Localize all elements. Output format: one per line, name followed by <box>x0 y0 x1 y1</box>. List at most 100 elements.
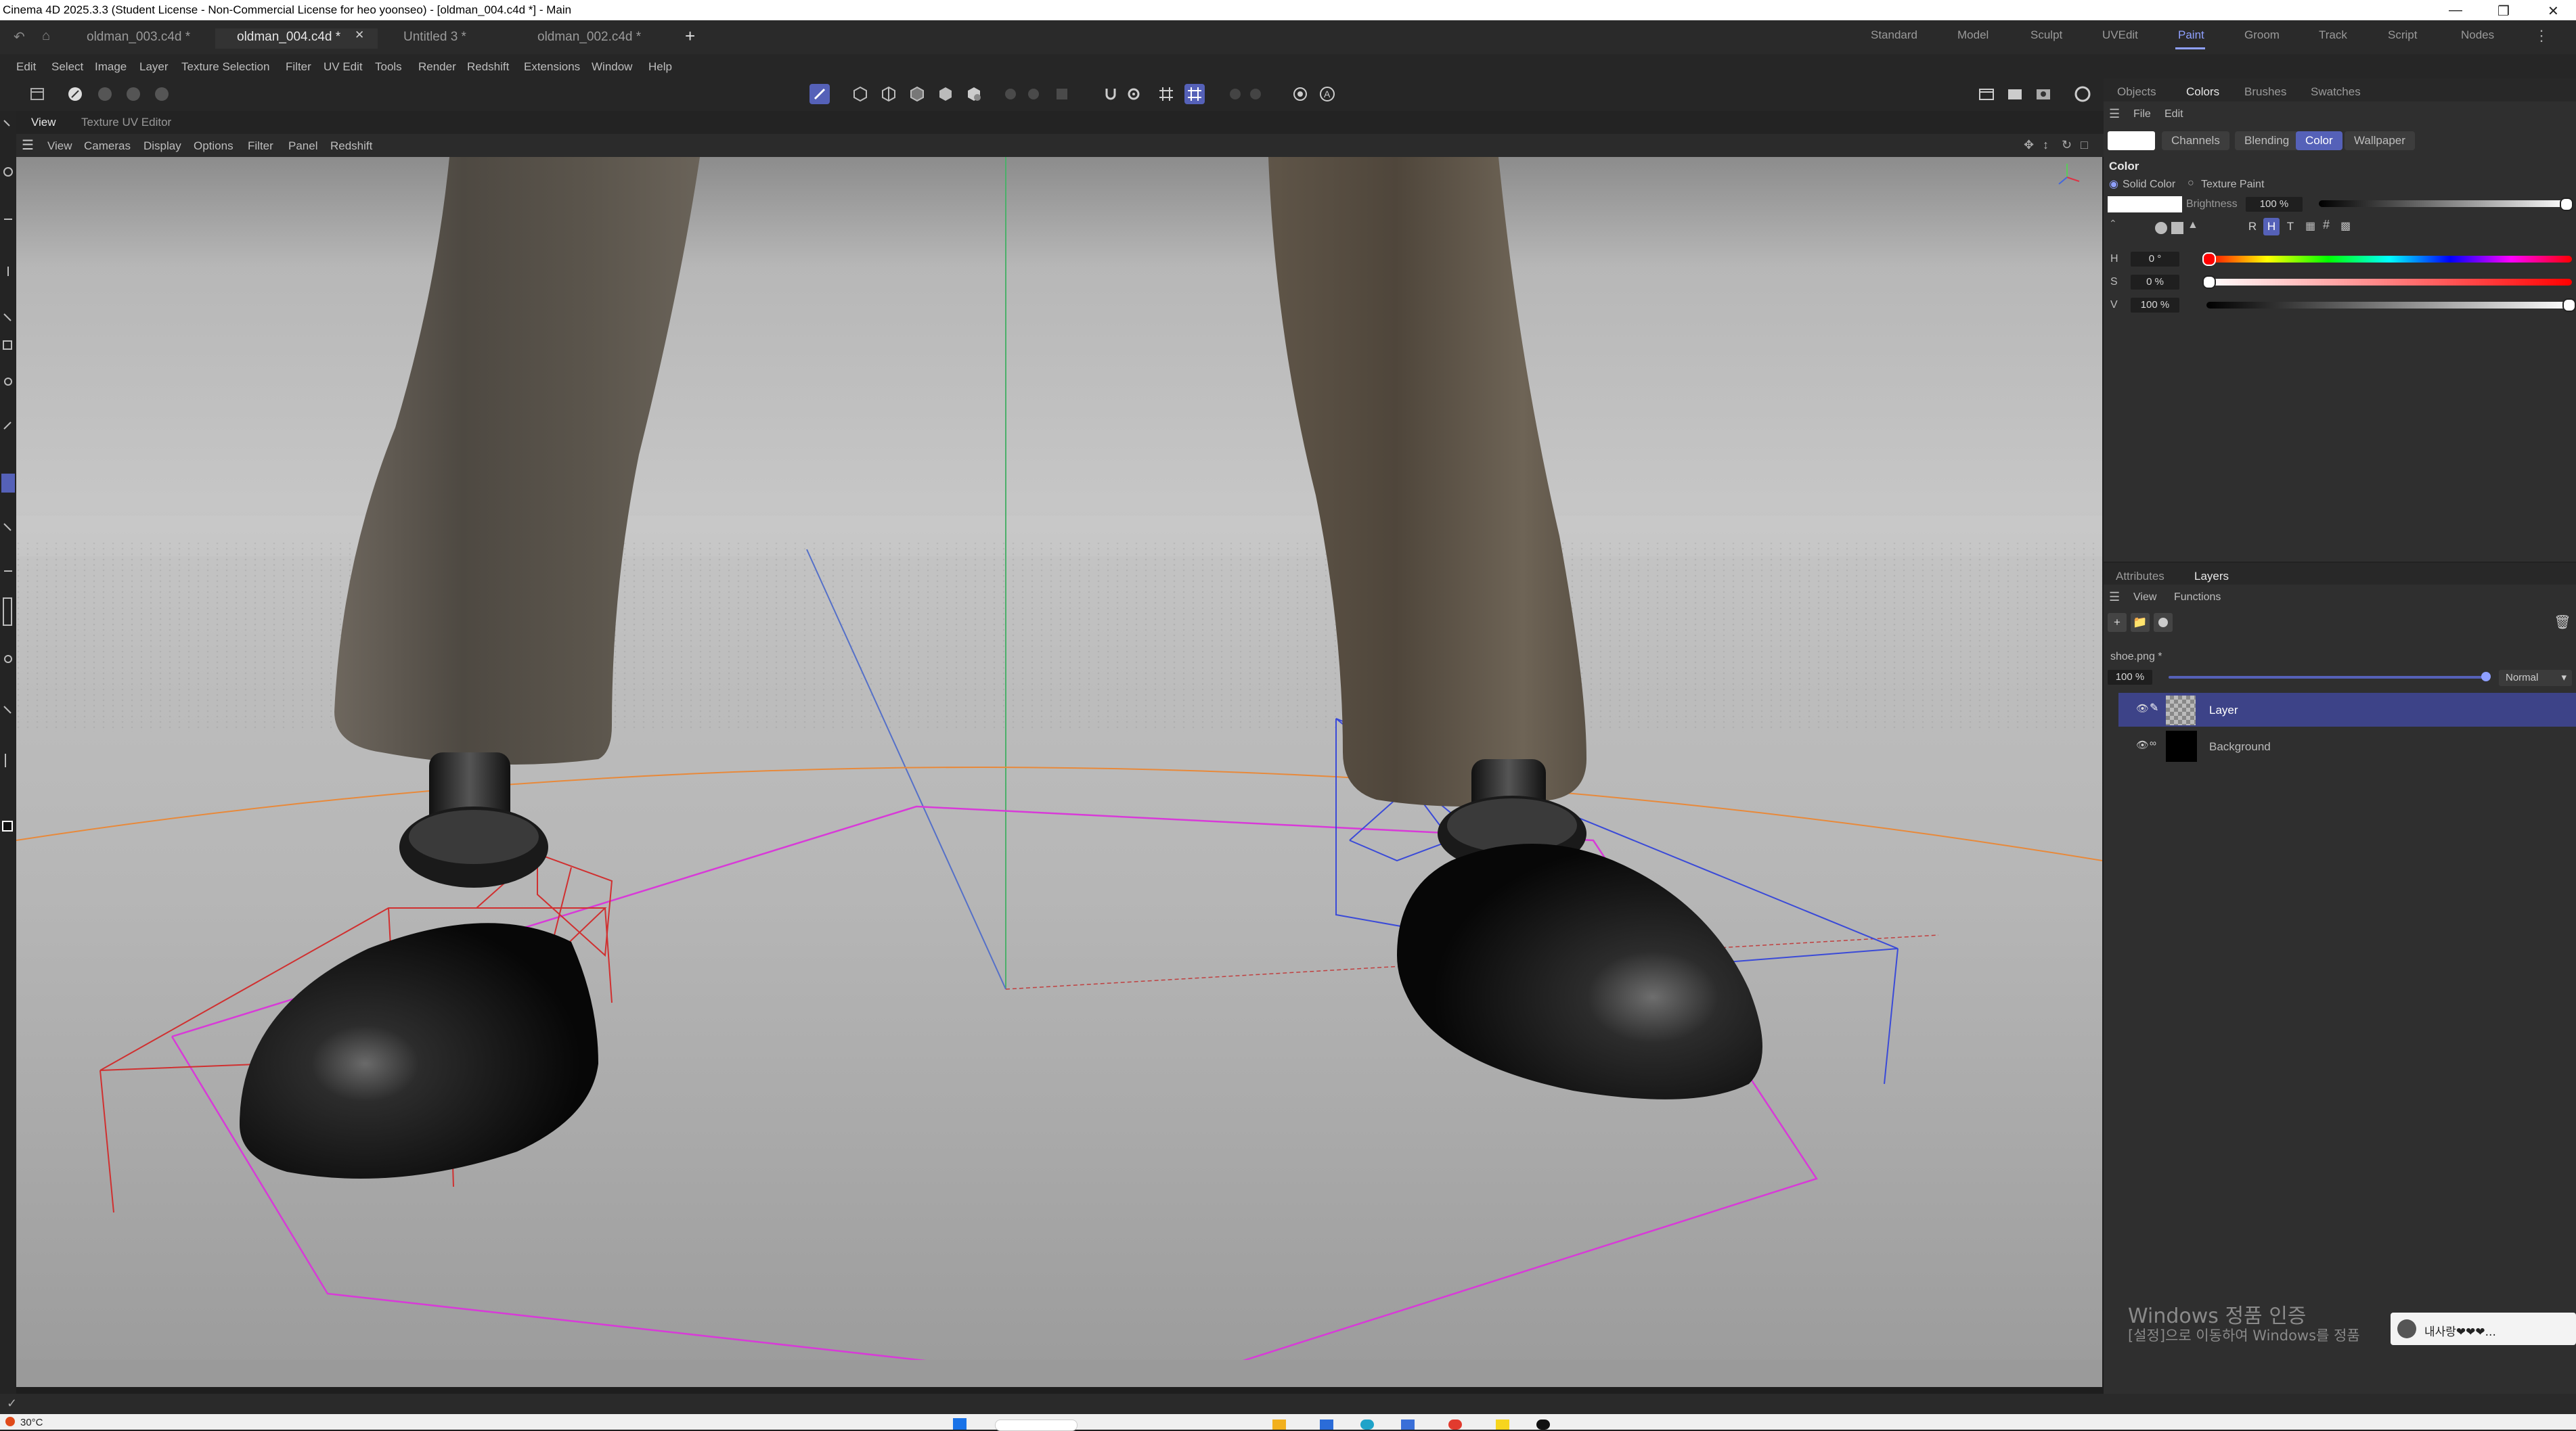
vp-menu-panel[interactable]: Panel <box>288 139 317 153</box>
color-square-icon[interactable] <box>2171 222 2183 234</box>
mode-t-button[interactable]: T <box>2282 218 2299 235</box>
s-field[interactable]: 0 % <box>2131 275 2179 290</box>
tab-attributes[interactable]: Attributes <box>2116 570 2164 583</box>
doc-tab-oldman-002[interactable]: oldman_002.c4d * <box>537 27 641 47</box>
maximize-view-icon[interactable]: □ <box>2081 138 2088 152</box>
menu-edit[interactable]: Edit <box>16 60 36 74</box>
rotate-view-icon[interactable]: ↻ <box>2062 138 2072 152</box>
explorer-icon[interactable] <box>1272 1419 1286 1430</box>
axis-disabled-icon[interactable] <box>1052 84 1072 104</box>
cinema4d-icon[interactable] <box>1536 1419 1550 1430</box>
opacity-slider[interactable] <box>2169 676 2485 679</box>
eye-icon[interactable]: 👁 <box>2136 702 2149 714</box>
value-slider[interactable] <box>2206 302 2572 309</box>
chrome-icon[interactable] <box>1448 1419 1462 1430</box>
doc-tab-oldman-004[interactable]: oldman_004.c4d * <box>237 27 340 47</box>
layer-row-background[interactable]: 👁 ∞ Background <box>2118 728 2576 763</box>
render-disabled-icon[interactable] <box>1245 84 1266 104</box>
start-icon[interactable] <box>953 1418 967 1430</box>
browser-icon[interactable] <box>1360 1419 1374 1430</box>
magnet-icon[interactable] <box>1101 84 1121 104</box>
new-folder-icon[interactable]: 📁 <box>2131 613 2150 632</box>
grid-active-icon[interactable] <box>1184 84 1205 104</box>
app-icon[interactable] <box>1320 1419 1333 1430</box>
layout-script[interactable]: Script <box>2388 28 2417 42</box>
mode-r-button[interactable]: R <box>2244 218 2261 235</box>
menu-file[interactable]: File <box>2133 108 2151 120</box>
close-window-icon[interactable]: ✕ <box>2548 3 2559 20</box>
layer-mask-icon[interactable] <box>2154 613 2173 632</box>
layout-uvedit[interactable]: UVEdit <box>2102 28 2138 42</box>
snapshot-icon[interactable] <box>1290 84 1310 104</box>
undo-icon[interactable]: ↶ <box>14 28 25 45</box>
kakaotalk-icon[interactable] <box>1496 1419 1509 1430</box>
brightness-slider-handle[interactable] <box>2560 198 2573 211</box>
interactive-render-icon[interactable] <box>2072 84 2093 104</box>
paint-brush-icon[interactable] <box>809 84 830 104</box>
tab-objects[interactable]: Objects <box>2117 85 2156 99</box>
tab-brushes[interactable]: Brushes <box>2244 85 2286 99</box>
menu-filter[interactable]: Filter <box>286 60 311 74</box>
opacity-slider-handle[interactable] <box>2481 672 2491 681</box>
brightness-field[interactable]: 100 % <box>2246 197 2303 212</box>
edges-mode-icon[interactable] <box>879 84 899 104</box>
settings-icon[interactable] <box>1124 84 1144 104</box>
render-view-icon[interactable] <box>1976 84 1997 104</box>
layout-groom[interactable]: Groom <box>2244 28 2280 42</box>
layout-nodes[interactable]: Nodes <box>2461 28 2494 42</box>
layout-standard[interactable]: Standard <box>1871 28 1917 42</box>
menu-edit[interactable]: Edit <box>2164 108 2183 120</box>
v-field[interactable]: 100 % <box>2131 298 2179 313</box>
tab-layers[interactable]: Layers <box>2194 570 2229 583</box>
pencil-icon[interactable]: ✎ <box>2150 701 2158 714</box>
pan-view-icon[interactable]: ✥ <box>2024 138 2034 152</box>
vp-menu-display[interactable]: Display <box>143 139 181 153</box>
model-mode-icon[interactable] <box>964 84 984 104</box>
disabled-tool-icon[interactable] <box>95 84 115 104</box>
uv-mode-icon[interactable] <box>935 84 956 104</box>
mode-wallpaper[interactable]: Wallpaper <box>2345 131 2415 150</box>
layers-menu-functions[interactable]: Functions <box>2174 591 2221 604</box>
move-view-icon[interactable]: ↕ <box>2043 138 2049 152</box>
axis-disabled-icon[interactable] <box>1000 84 1021 104</box>
restore-icon[interactable]: ❐ <box>2497 3 2510 20</box>
vp-menu-cameras[interactable]: Cameras <box>84 139 131 153</box>
vp-menu-view[interactable]: View <box>47 139 72 153</box>
color-wheel-icon[interactable] <box>2155 222 2167 234</box>
hamburger-icon[interactable]: ☰ <box>22 137 34 154</box>
tab-swatches[interactable]: Swatches <box>2311 85 2361 99</box>
spectrum-icon[interactable]: ▲ <box>2188 219 2198 231</box>
axis-disabled-icon[interactable] <box>1023 84 1044 104</box>
search-bar[interactable] <box>995 1419 1078 1431</box>
layout-model[interactable]: Model <box>1957 28 1989 42</box>
mode-color[interactable]: Color <box>2296 131 2342 150</box>
home-icon[interactable]: ⌂ <box>42 28 50 44</box>
vp-menu-filter[interactable]: Filter <box>248 139 273 153</box>
menu-render[interactable]: Render <box>418 60 456 74</box>
app-icon[interactable] <box>1401 1419 1415 1430</box>
weather-icon[interactable] <box>5 1417 15 1426</box>
layout-track[interactable]: Track <box>2319 28 2347 42</box>
vp-menu-options[interactable]: Options <box>194 139 234 153</box>
grid-snap-icon[interactable] <box>1156 84 1176 104</box>
menu-image[interactable]: Image <box>95 60 127 74</box>
notification-toast[interactable]: 내사랑❤❤❤... <box>2391 1313 2576 1345</box>
more-options-icon[interactable]: ⋮ <box>2534 27 2549 45</box>
tab-view[interactable]: View <box>31 116 56 129</box>
points-mode-icon[interactable] <box>850 84 870 104</box>
brightness-slider[interactable] <box>2319 200 2569 207</box>
menu-uv-edit[interactable]: UV Edit <box>324 60 363 74</box>
saturation-slider[interactable] <box>2206 279 2572 286</box>
menu-redshift[interactable]: Redshift <box>467 60 509 74</box>
blend-mode-select[interactable]: Normal ▾ <box>2499 670 2572 686</box>
render-picture-icon[interactable] <box>2005 84 2025 104</box>
layer-name[interactable]: Background <box>2209 740 2271 754</box>
tool-strip-icons[interactable] <box>0 111 16 862</box>
mode-blending[interactable]: Blending <box>2235 131 2299 150</box>
eye-icon[interactable]: 👁 <box>2136 739 2149 751</box>
auto-icon[interactable]: A <box>1317 84 1337 104</box>
value-slider-handle[interactable] <box>2562 298 2576 312</box>
tab-colors[interactable]: Colors <box>2186 85 2219 99</box>
hamburger-icon[interactable]: ☰ <box>2109 107 2120 121</box>
polygons-mode-icon[interactable] <box>907 84 927 104</box>
